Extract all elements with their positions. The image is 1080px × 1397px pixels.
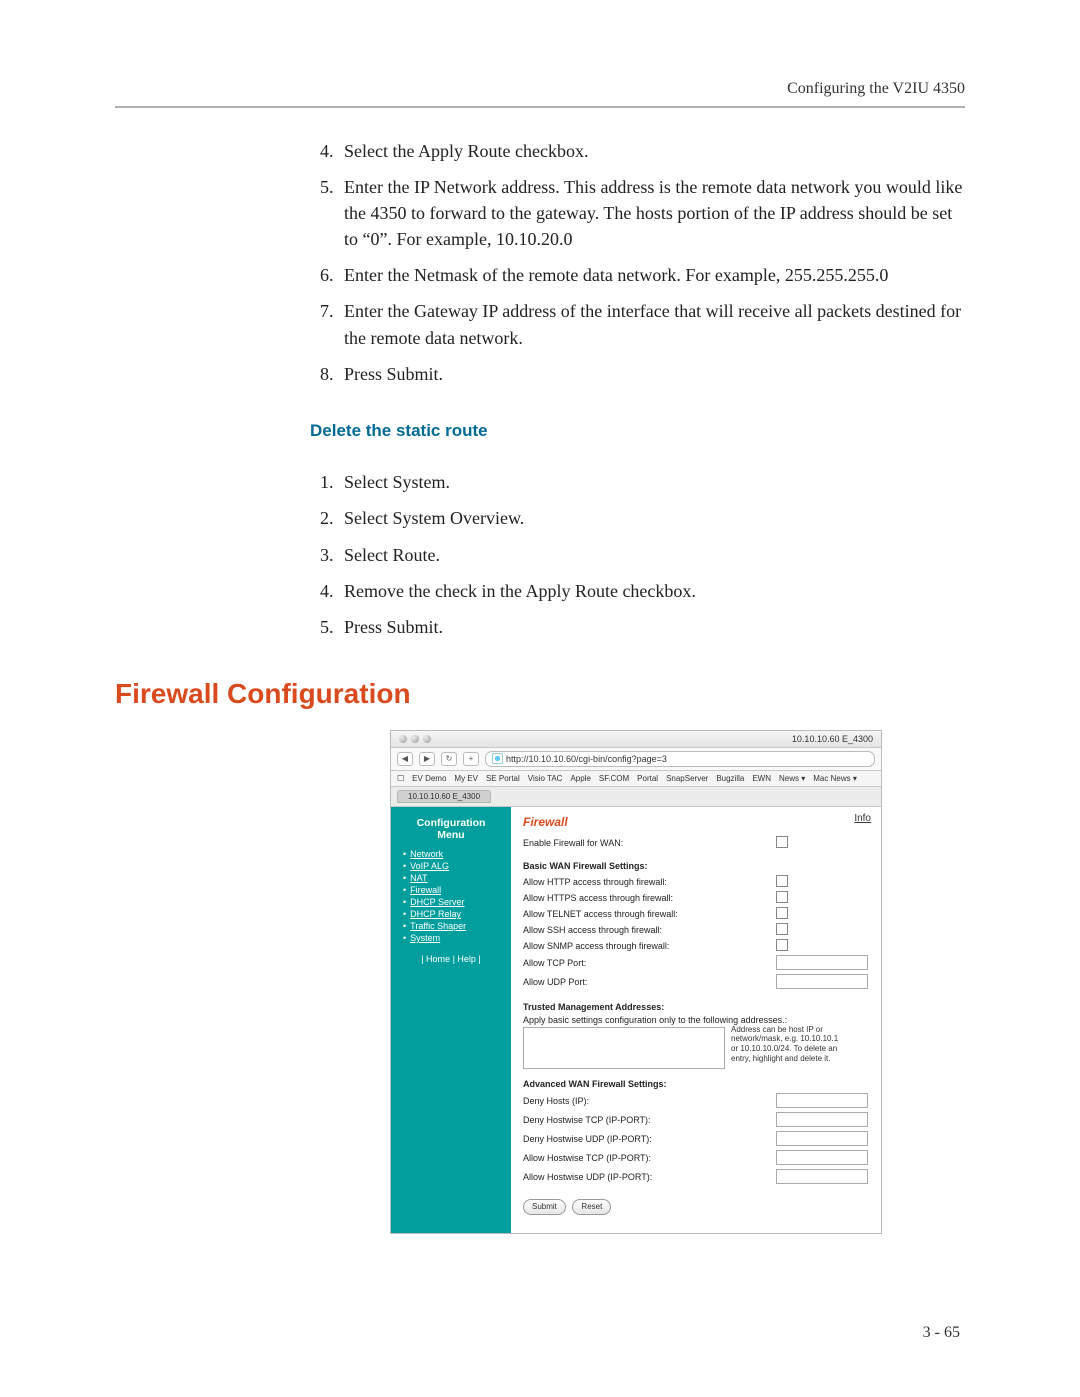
close-icon[interactable] [399, 735, 407, 743]
allow-udp-port-input[interactable] [776, 974, 868, 989]
section-heading-firewall: Firewall Configuration [115, 678, 965, 710]
traffic-lights[interactable] [399, 735, 431, 743]
browser-tab[interactable]: 10.10.10.60 E_4300 [397, 790, 491, 803]
bookmark-item[interactable]: My EV [454, 774, 478, 783]
allow-tcp-input[interactable] [776, 1150, 868, 1165]
bookmark-item[interactable]: SF.COM [599, 774, 629, 783]
content-pane: Info Firewall Enable Firewall for WAN: B… [511, 807, 881, 1233]
step: Select the Apply Route checkbox. [338, 138, 965, 164]
deny-hosts-label: Deny Hosts (IP): [523, 1096, 776, 1106]
trusted-heading: Trusted Management Addresses: [523, 1002, 871, 1012]
sidebar-item-traffic-shaper[interactable]: Traffic Shaper [410, 921, 466, 931]
step: Select System. [338, 469, 965, 495]
bookmark-item[interactable]: Visio TAC [528, 774, 563, 783]
trusted-hint: Address can be host IP or network/mask, … [731, 1025, 841, 1063]
deny-hosts-input[interactable] [776, 1093, 868, 1108]
add-tab-button[interactable]: + [463, 752, 479, 766]
bookmark-item[interactable]: EWN [752, 774, 771, 783]
allow-https-checkbox[interactable] [776, 891, 788, 903]
allow-udp-label: Allow Hostwise UDP (IP-PORT): [523, 1172, 776, 1182]
page-header: Configuring the V2IU 4350 [115, 80, 965, 98]
sidebar-item-firewall[interactable]: Firewall [410, 885, 441, 895]
sidebar-item-nat[interactable]: NAT [410, 873, 427, 883]
allow-tcp-label: Allow Hostwise TCP (IP-PORT): [523, 1153, 776, 1163]
zoom-icon[interactable] [423, 735, 431, 743]
sidebar-item-network[interactable]: Network [410, 849, 443, 859]
allow-http-checkbox[interactable] [776, 875, 788, 887]
window-titlebar: 10.10.10.60 E_4300 [391, 731, 881, 748]
step: Enter the IP Network address. This addre… [338, 174, 965, 252]
sidebar-item-voip[interactable]: VoIP ALG [410, 861, 449, 871]
bookmark-item[interactable]: ☐ [397, 774, 404, 783]
sidebar-footer-links[interactable]: | Home | Help | [391, 954, 511, 964]
sidebar-item-dhcp-server[interactable]: DHCP Server [410, 897, 464, 907]
reload-button[interactable]: ↻ [441, 752, 457, 766]
panel-heading-firewall: Firewall [523, 815, 871, 829]
bookmark-item[interactable]: Bugzilla [716, 774, 744, 783]
allow-tcp-port-label: Allow TCP Port: [523, 958, 776, 968]
minimize-icon[interactable] [411, 735, 419, 743]
allow-udp-input[interactable] [776, 1169, 868, 1184]
favicon-icon [492, 753, 503, 764]
sidebar: Configuration Menu Network VoIP ALG NAT … [391, 807, 511, 1233]
allow-snmp-checkbox[interactable] [776, 939, 788, 951]
allow-tcp-port-input[interactable] [776, 955, 868, 970]
allow-telnet-checkbox[interactable] [776, 907, 788, 919]
enable-firewall-checkbox[interactable] [776, 836, 788, 848]
step: Enter the Netmask of the remote data net… [338, 262, 965, 288]
allow-https-label: Allow HTTPS access through firewall: [523, 893, 776, 903]
bookmark-item[interactable]: News ▾ [779, 774, 805, 783]
allow-http-label: Allow HTTP access through firewall: [523, 877, 776, 887]
forward-button[interactable]: ▶ [419, 752, 435, 766]
bookmark-item[interactable]: SE Portal [486, 774, 520, 783]
basic-settings-heading: Basic WAN Firewall Settings: [523, 861, 871, 871]
trusted-text: Apply basic settings configuration only … [523, 1015, 871, 1025]
bookmarks-bar: ☐ EV Demo My EV SE Portal Visio TAC Appl… [391, 771, 881, 787]
step: Press Submit. [338, 614, 965, 640]
sub-heading-delete-route: Delete the static route [310, 419, 965, 444]
deny-udp-input[interactable] [776, 1131, 868, 1146]
bookmark-item[interactable]: Mac News ▾ [813, 774, 857, 783]
deny-tcp-label: Deny Hostwise TCP (IP-PORT): [523, 1115, 776, 1125]
address-bar[interactable]: http://10.10.10.60/cgi-bin/config?page=3 [485, 751, 875, 767]
browser-toolbar: ◀ ▶ ↻ + http://10.10.10.60/cgi-bin/confi… [391, 748, 881, 771]
allow-ssh-label: Allow SSH access through firewall: [523, 925, 776, 935]
step: Enter the Gateway IP address of the inte… [338, 298, 965, 350]
embedded-screenshot: 10.10.10.60 E_4300 ◀ ▶ ↻ + http://10.10.… [390, 730, 882, 1234]
steps-list-2: Select System. Select System Overview. S… [310, 469, 965, 639]
allow-ssh-checkbox[interactable] [776, 923, 788, 935]
steps-list-1: Select the Apply Route checkbox. Enter t… [310, 138, 965, 387]
bookmark-item[interactable]: Portal [637, 774, 658, 783]
sidebar-item-dhcp-relay[interactable]: DHCP Relay [410, 909, 461, 919]
bookmark-item[interactable]: EV Demo [412, 774, 446, 783]
page-number: 3 - 65 [923, 1324, 960, 1342]
step: Remove the check in the Apply Route chec… [338, 578, 965, 604]
reset-button[interactable]: Reset [572, 1199, 611, 1215]
url-text: http://10.10.10.60/cgi-bin/config?page=3 [506, 752, 667, 766]
back-button[interactable]: ◀ [397, 752, 413, 766]
bookmark-item[interactable]: SnapServer [666, 774, 708, 783]
step: Press Submit. [338, 361, 965, 387]
step: Select Route. [338, 542, 965, 568]
step: Select System Overview. [338, 505, 965, 531]
trusted-addresses-textarea[interactable] [523, 1027, 725, 1069]
allow-telnet-label: Allow TELNET access through firewall: [523, 909, 776, 919]
tab-bar: 10.10.10.60 E_4300 [391, 787, 881, 807]
allow-udp-port-label: Allow UDP Port: [523, 977, 776, 987]
submit-button[interactable]: Submit [523, 1199, 566, 1215]
bookmark-item[interactable]: Apple [570, 774, 590, 783]
header-rule [115, 106, 965, 108]
deny-tcp-input[interactable] [776, 1112, 868, 1127]
window-title: 10.10.10.60 E_4300 [792, 734, 873, 744]
sidebar-item-system[interactable]: System [410, 933, 440, 943]
info-link[interactable]: Info [854, 813, 871, 824]
allow-snmp-label: Allow SNMP access through firewall: [523, 941, 776, 951]
sidebar-title: Configuration Menu [391, 817, 511, 848]
advanced-heading: Advanced WAN Firewall Settings: [523, 1079, 871, 1089]
deny-udp-label: Deny Hostwise UDP (IP-PORT): [523, 1134, 776, 1144]
enable-firewall-label: Enable Firewall for WAN: [523, 838, 776, 848]
